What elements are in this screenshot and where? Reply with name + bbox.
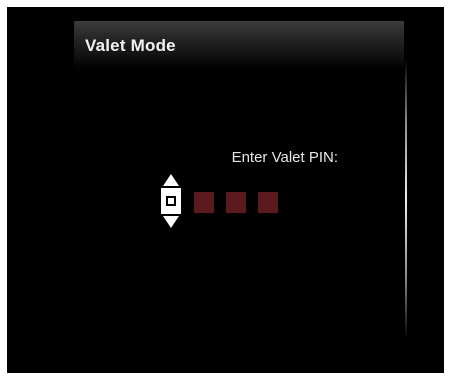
pin-prompt-label: Enter Valet PIN:: [231, 149, 338, 166]
header-bar: Valet Mode: [74, 21, 404, 69]
arrow-down-icon[interactable]: [163, 216, 179, 228]
pin-slot-4[interactable]: [258, 192, 278, 213]
active-pin-digit[interactable]: [161, 188, 181, 214]
scroll-edge-highlight: [405, 59, 407, 339]
page-title: Valet Mode: [85, 36, 176, 55]
pin-slot-3[interactable]: [226, 192, 246, 213]
arrow-up-icon[interactable]: [163, 174, 179, 186]
pin-slot-2[interactable]: [194, 192, 214, 213]
valet-mode-screen: Valet Mode Enter Valet PIN:: [7, 7, 444, 373]
digit-placeholder-icon: [166, 196, 176, 206]
pin-digit-stepper[interactable]: [161, 174, 183, 228]
